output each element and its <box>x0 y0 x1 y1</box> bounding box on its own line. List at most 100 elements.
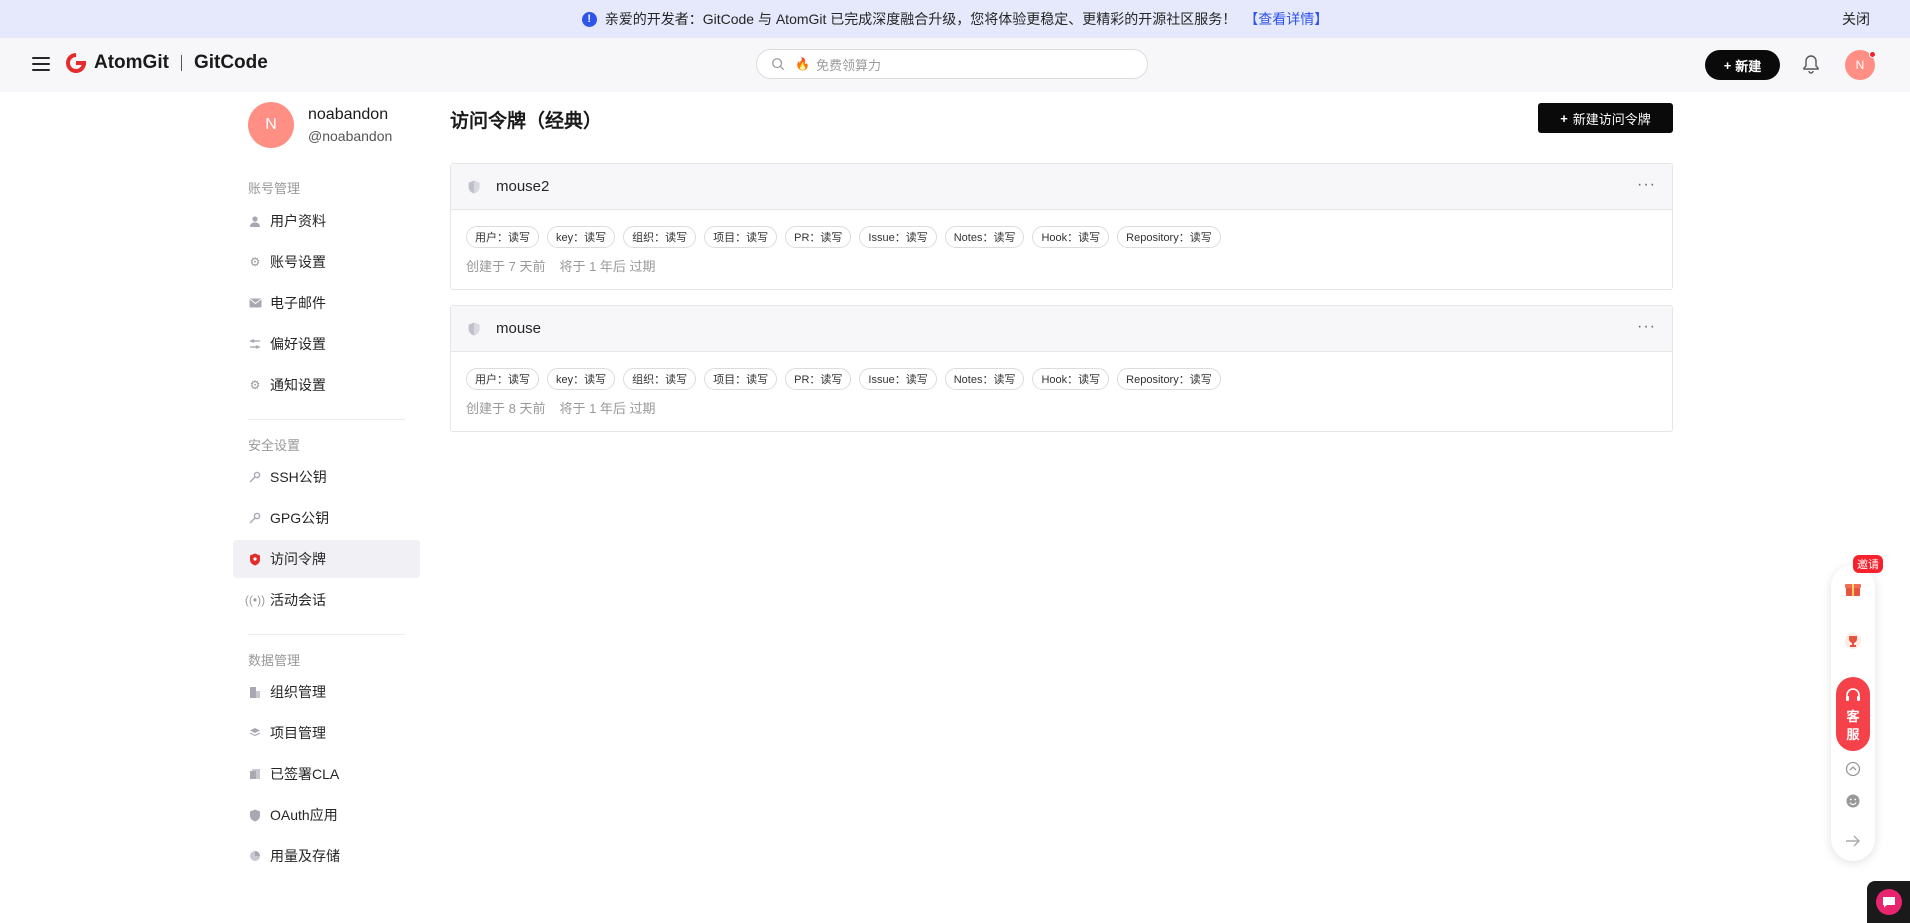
sidebar-item-preferences[interactable]: 偏好设置 <box>233 325 420 363</box>
sidebar-item-label: 已签署CLA <box>270 766 340 782</box>
sidebar-item-label: 用户资料 <box>270 213 326 229</box>
token-expires: 将于 1 年后 过期 <box>559 401 656 416</box>
group-title-data: 数据管理 <box>248 653 301 668</box>
divider <box>248 634 405 635</box>
group-title-security: 安全设置 <box>248 438 301 453</box>
token-meta: 创建于 8 天前 将于 1 年后 过期 <box>451 390 1672 417</box>
sidebar-item-label: 活动会话 <box>270 592 326 608</box>
banner-text: 亲爱的开发者：GitCode 与 AtomGit 已完成深度融合升级，您将体验更… <box>604 11 1237 27</box>
sidebar-item-label: GPG公钥 <box>270 510 330 526</box>
plus-icon: + <box>1560 110 1568 126</box>
token-card: mouse2 ··· 用户：读写 key：读写 组织：读写 项目：读写 PR：读… <box>450 163 1673 290</box>
layers-icon <box>248 726 262 740</box>
menu-icon[interactable] <box>32 55 50 73</box>
sidebar-item-usage-storage[interactable]: 用量及存储 <box>233 837 420 875</box>
sidebar-item-label: 用量及存储 <box>270 848 340 864</box>
sidebar-item-notification-settings[interactable]: ⚙ 通知设置 <box>233 366 420 404</box>
scope-badge: Issue：读写 <box>859 368 937 390</box>
search-icon <box>772 58 785 71</box>
sidebar-item-label: OAuth应用 <box>270 807 338 823</box>
new-button-label: 新建 <box>1735 58 1762 74</box>
logo[interactable]: AtomGit GitCode <box>64 51 268 75</box>
logo-atomgit-text: AtomGit <box>94 52 169 73</box>
avatar: N <box>248 102 294 148</box>
trophy-icon[interactable] <box>1839 627 1867 655</box>
more-options-icon[interactable]: ··· <box>1637 318 1656 336</box>
top-header: AtomGit GitCode 🔥 免费领算力 + 新建 N <box>0 38 1910 92</box>
token-scopes: 用户：读写 key：读写 组织：读写 项目：读写 PR：读写 Issue：读写 … <box>451 210 1672 248</box>
bell-icon[interactable] <box>1802 54 1820 74</box>
scope-badge: 用户：读写 <box>466 226 539 248</box>
shield-icon <box>468 180 480 193</box>
plus-icon: + <box>1723 57 1732 73</box>
token-meta: 创建于 7 天前 将于 1 年后 过期 <box>451 248 1672 275</box>
scope-badge: Notes：读写 <box>944 368 1025 390</box>
token-card-header: mouse2 ··· <box>451 164 1672 210</box>
sidebar-item-organizations[interactable]: 组织管理 <box>233 673 420 711</box>
new-access-token-button[interactable]: + 新建访问令牌 <box>1538 103 1673 133</box>
service-label-1: 客 <box>1846 709 1860 724</box>
key-icon <box>248 511 262 525</box>
user-icon <box>248 214 262 228</box>
arrow-right-icon[interactable] <box>1839 827 1867 855</box>
customer-service-button[interactable]: 客 服 <box>1836 677 1870 751</box>
invite-badge[interactable]: 邀请 <box>1853 555 1883 573</box>
gift-icon[interactable] <box>1839 575 1867 603</box>
scope-badge: PR：读写 <box>785 368 852 390</box>
banner-close-button[interactable]: 关闭 <box>1842 9 1870 29</box>
sidebar-item-label: 通知设置 <box>270 377 326 393</box>
token-name: mouse <box>496 320 542 337</box>
scope-badge: key：读写 <box>547 226 616 248</box>
profile-handle: @noabandon <box>308 128 393 144</box>
sidebar-item-account-settings[interactable]: ⚙ 账号设置 <box>233 243 420 281</box>
chat-widget-button[interactable] <box>1867 881 1910 923</box>
sidebar-item-gpg-keys[interactable]: GPG公钥 <box>233 499 420 537</box>
sidebar-item-access-tokens[interactable]: 访问令牌 <box>233 540 420 578</box>
sidebar-item-label: SSH公钥 <box>270 469 327 485</box>
search-input[interactable]: 🔥 免费领算力 <box>756 49 1148 79</box>
token-created: 创建于 7 天前 <box>466 259 546 274</box>
sidebar-item-active-sessions[interactable]: ((•)) 活动会话 <box>233 581 420 619</box>
sliders-icon <box>248 337 262 351</box>
scope-badge: Repository：读写 <box>1117 368 1221 390</box>
page-title: 访问令牌（经典） <box>450 111 603 132</box>
key-icon <box>248 470 262 484</box>
scope-badge: Issue：读写 <box>859 226 937 248</box>
user-avatar[interactable]: N <box>1845 50 1876 80</box>
sidebar-item-label: 组织管理 <box>270 684 326 700</box>
sidebar-item-ssh-keys[interactable]: SSH公钥 <box>233 458 420 496</box>
upload-icon[interactable] <box>1839 755 1867 783</box>
document-icon <box>248 767 262 781</box>
headset-icon <box>1846 688 1860 701</box>
banner-details-link[interactable]: 【查看详情】 <box>1244 9 1328 29</box>
chat-icon <box>1875 889 1902 915</box>
token-created: 创建于 8 天前 <box>466 401 546 416</box>
sidebar-item-signed-cla[interactable]: 已签署CLA <box>233 755 420 793</box>
more-options-icon[interactable]: ··· <box>1637 176 1656 194</box>
user-avatar-initial: N <box>1855 58 1865 72</box>
sidebar-item-projects[interactable]: 项目管理 <box>233 714 420 752</box>
new-button[interactable]: + 新建 <box>1705 50 1780 80</box>
sidebar-item-oauth-apps[interactable]: OAuth应用 <box>233 796 420 834</box>
sidebar-item-label: 账号设置 <box>270 254 326 270</box>
mail-icon <box>248 296 262 310</box>
scope-badge: 用户：读写 <box>466 368 539 390</box>
smiley-icon[interactable] <box>1839 787 1867 815</box>
sidebar-item-label: 偏好设置 <box>270 336 326 352</box>
profile-summary: N noabandon @noabandon <box>248 102 392 148</box>
new-access-token-label: 新建访问令牌 <box>1572 111 1651 127</box>
fire-icon: 🔥 <box>795 57 810 71</box>
scope-badge: PR：读写 <box>785 226 852 248</box>
sidebar-item-email[interactable]: 电子邮件 <box>233 284 420 322</box>
sidebar-item-user-profile[interactable]: 用户资料 <box>233 202 420 240</box>
pie-chart-icon <box>248 849 262 863</box>
scope-badge: Repository：读写 <box>1117 226 1221 248</box>
scope-badge: Notes：读写 <box>944 226 1025 248</box>
gear-icon: ⚙ <box>249 255 261 269</box>
announcement-banner: ! 亲爱的开发者：GitCode 与 AtomGit 已完成深度融合升级，您将体… <box>0 0 1910 38</box>
shield-icon <box>248 552 262 566</box>
search-placeholder: 免费领算力 <box>815 57 881 73</box>
shield-icon <box>248 808 262 822</box>
profile-name: noabandon <box>308 106 389 123</box>
sidebar-item-label: 项目管理 <box>270 725 326 741</box>
